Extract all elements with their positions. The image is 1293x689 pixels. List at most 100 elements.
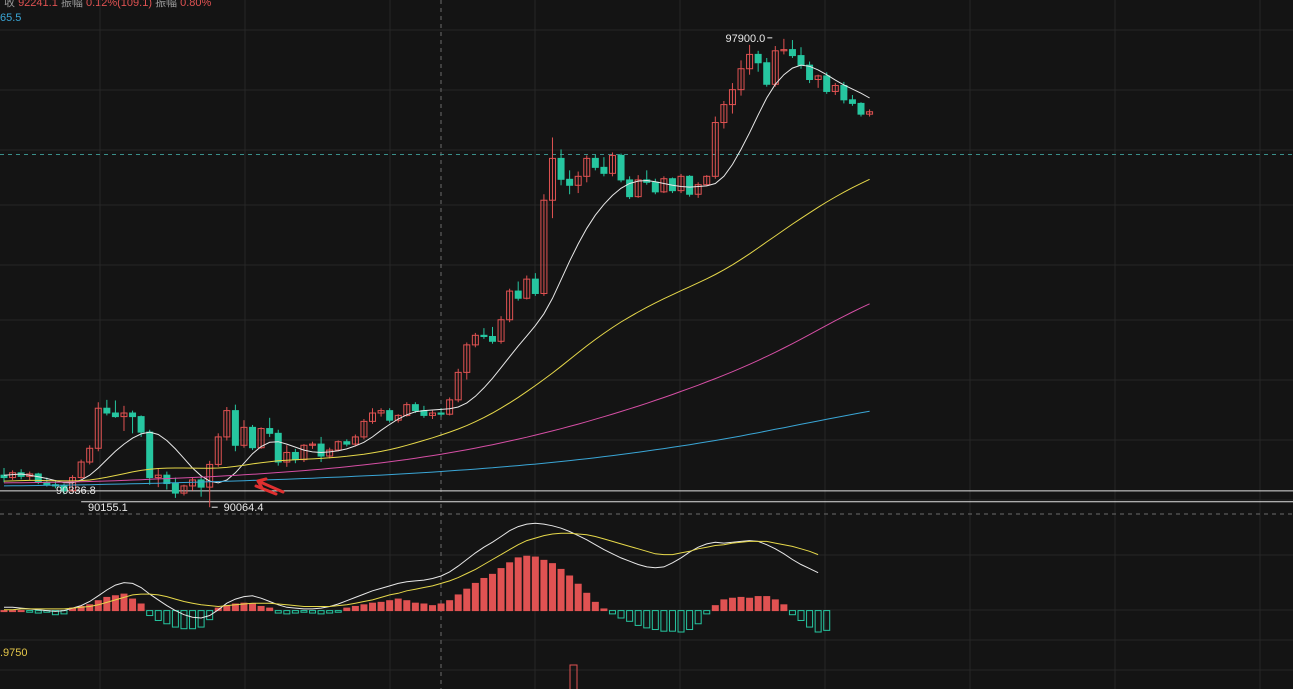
low-price-label: 90064.4 bbox=[224, 502, 264, 514]
macd-histogram-bar bbox=[369, 602, 377, 612]
candle-body bbox=[651, 181, 659, 193]
macd-histogram-bar bbox=[686, 610, 694, 631]
candle-body bbox=[197, 479, 205, 488]
candle-body bbox=[840, 84, 848, 101]
macd-histogram-bar bbox=[300, 610, 308, 613]
macd-histogram-bar bbox=[197, 610, 205, 628]
macd-histogram-bar bbox=[9, 610, 17, 613]
macd-histogram-bar bbox=[780, 604, 788, 612]
macd-histogram-bar bbox=[677, 610, 685, 633]
macd-histogram-bar bbox=[746, 597, 754, 612]
macd-histogram-bar bbox=[437, 603, 445, 612]
macd-histogram-bar bbox=[771, 599, 779, 612]
macd-histogram-bar bbox=[737, 596, 745, 612]
macd-histogram-bar bbox=[326, 610, 334, 614]
macd-histogram-bar bbox=[694, 610, 702, 625]
macd-histogram-bar bbox=[643, 610, 651, 629]
macd-histogram-bar bbox=[343, 607, 351, 612]
candle-body bbox=[763, 62, 771, 85]
candle-body bbox=[274, 432, 282, 463]
macd-histogram-bar bbox=[488, 573, 496, 612]
macd-panel bbox=[0, 522, 831, 689]
horizontal-levels bbox=[0, 153, 1293, 515]
macd-histogram-bar bbox=[797, 610, 805, 621]
macd-histogram-bar bbox=[788, 610, 796, 616]
macd-histogram-bar bbox=[471, 582, 479, 612]
candle-body bbox=[488, 336, 496, 342]
macd-histogram-bar bbox=[531, 556, 539, 612]
macd-histogram-bar bbox=[351, 605, 359, 612]
candle-body bbox=[386, 410, 394, 421]
macd-histogram-bar bbox=[583, 592, 591, 612]
annotations: 97900.0 90336.8 90155.1 90064.4 bbox=[56, 33, 773, 514]
macd-histogram-bar bbox=[668, 610, 676, 632]
macd-histogram-bar bbox=[480, 577, 488, 612]
macd-histogram-bar bbox=[360, 604, 368, 612]
candle-body bbox=[343, 441, 351, 445]
candlestick-chart[interactable]: 97900.0 90336.8 90155.1 90064.4 bbox=[0, 0, 1293, 689]
candle-body bbox=[797, 55, 805, 66]
candle-body bbox=[137, 416, 145, 433]
ma5-line bbox=[3, 64, 870, 484]
candle-body bbox=[566, 178, 574, 186]
macd-histogram-bar bbox=[429, 605, 436, 612]
macd-histogram-bar bbox=[720, 599, 728, 612]
candle-body bbox=[754, 53, 762, 64]
macd-histogram-bar bbox=[283, 610, 291, 615]
level-1-label: 90336.8 bbox=[56, 485, 96, 497]
ma120-line bbox=[3, 410, 870, 487]
candle-body bbox=[103, 407, 111, 414]
macd-histogram-bar bbox=[111, 595, 119, 612]
candle-body bbox=[557, 157, 565, 180]
candle-body bbox=[848, 99, 856, 104]
candle-body bbox=[111, 412, 119, 418]
macd-histogram-bar bbox=[600, 608, 608, 612]
macd-histogram-bar bbox=[754, 596, 762, 612]
candle-body bbox=[823, 75, 831, 92]
macd-histogram-bar bbox=[249, 603, 257, 612]
macd-histogram-bar bbox=[557, 568, 565, 612]
candle-body bbox=[686, 175, 694, 195]
macd-histogram-bar bbox=[728, 597, 736, 612]
candle-body bbox=[531, 278, 539, 294]
macd-histogram-bar bbox=[608, 610, 616, 615]
macd-histogram-bar bbox=[411, 602, 419, 612]
macd-histogram-bar bbox=[523, 555, 531, 612]
macd-histogram-bar bbox=[617, 610, 625, 619]
candle-body bbox=[591, 157, 599, 168]
macd-histogram-bar bbox=[129, 598, 137, 612]
macd-histogram-bar bbox=[223, 605, 231, 612]
macd-histogram-bar bbox=[189, 610, 197, 630]
macd-histogram-bar bbox=[154, 610, 162, 621]
macd-histogram-bar bbox=[291, 610, 299, 614]
macd-histogram-bar bbox=[103, 596, 111, 612]
candle-body bbox=[291, 451, 299, 461]
macd-histogram-bar bbox=[137, 603, 145, 612]
candle-body bbox=[249, 426, 257, 449]
high-price-label: 97900.0 bbox=[726, 33, 766, 45]
macd-histogram-bar bbox=[814, 610, 822, 633]
macd-histogram-bar bbox=[763, 596, 771, 612]
macd-histogram-bar bbox=[574, 583, 582, 612]
macd-histogram-bar bbox=[317, 610, 325, 615]
macd-histogram-bar bbox=[0, 610, 8, 613]
macd-histogram-bar bbox=[34, 610, 42, 614]
chart-grid bbox=[0, 0, 1293, 689]
macd-histogram-bar bbox=[703, 610, 711, 615]
macd-histogram-bar bbox=[334, 610, 342, 613]
candle-body bbox=[437, 412, 445, 415]
macd-histogram-bar bbox=[497, 568, 505, 612]
macd-histogram-bar bbox=[548, 563, 556, 612]
candle-body bbox=[857, 102, 865, 115]
macd-histogram-bar bbox=[506, 562, 514, 612]
macd-histogram-bar bbox=[446, 600, 454, 612]
macd-histogram-bar bbox=[463, 588, 471, 612]
macd-histogram-bar bbox=[274, 610, 282, 614]
candles bbox=[0, 38, 874, 508]
moving-average-lines bbox=[3, 64, 870, 487]
macd-histogram-bar bbox=[626, 610, 634, 622]
macd-histogram-bar bbox=[26, 610, 34, 613]
macd-histogram-bar bbox=[420, 603, 428, 612]
candle-body bbox=[129, 412, 137, 418]
candle-body bbox=[617, 154, 625, 181]
